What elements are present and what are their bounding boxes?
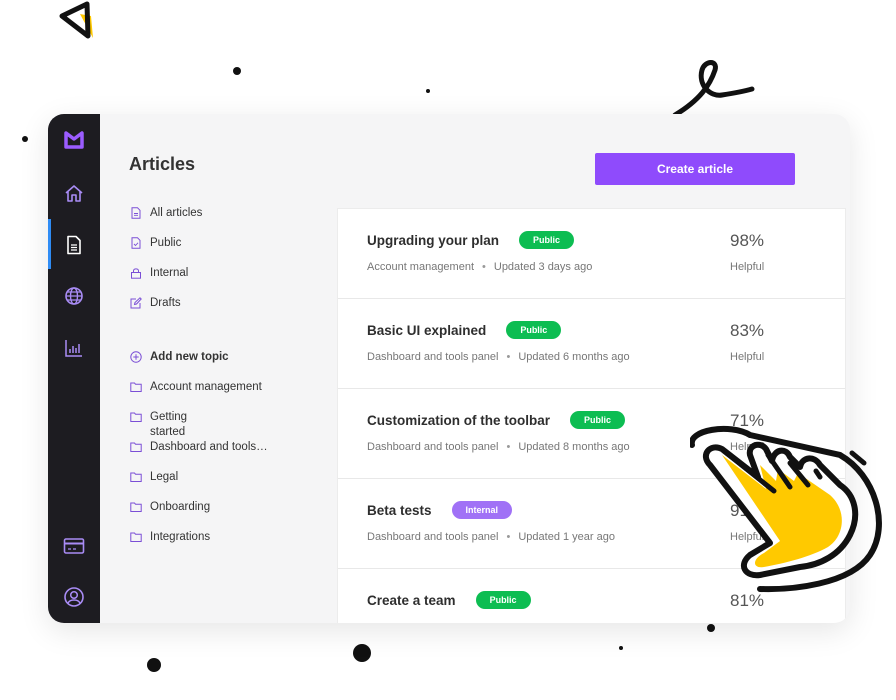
- article-updated: Updated 3 days ago: [493, 261, 593, 273]
- credit-card-icon[interactable]: [62, 534, 86, 558]
- triangle-doodle-icon: [59, 1, 93, 39]
- decor-dot: [147, 658, 161, 672]
- icon-rail: [48, 114, 100, 623]
- document-icon[interactable]: [62, 233, 86, 257]
- folder-icon: [130, 442, 142, 452]
- status-badge: Public: [570, 411, 626, 429]
- plus-circle-icon: [130, 351, 142, 363]
- decor-dot: [22, 136, 28, 142]
- decor-dot: [353, 644, 371, 662]
- create-article-button[interactable]: Create article: [595, 153, 795, 185]
- topic-item[interactable]: Onboarding: [130, 500, 280, 530]
- helpful-label: Helpful: [730, 351, 765, 363]
- hand-pointer-doodle-icon: [690, 426, 882, 593]
- article-title: Create a team: [367, 592, 456, 608]
- folder-icon: [130, 472, 142, 482]
- article-filters-nav: All articles Public Internal Drafts Add …: [130, 206, 280, 560]
- topic-item[interactable]: Getting started: [130, 410, 280, 440]
- folder-icon: [130, 532, 142, 542]
- article-topic: Dashboard and tools panel: [367, 441, 499, 453]
- chart-icon[interactable]: [62, 336, 86, 360]
- folder-icon: [130, 502, 142, 512]
- folder-icon: [130, 412, 142, 422]
- nav-item-all-articles[interactable]: All articles: [130, 206, 280, 236]
- topic-item[interactable]: Legal: [130, 470, 280, 500]
- article-topic: Account management: [367, 261, 475, 273]
- nav-item-drafts[interactable]: Drafts: [130, 296, 280, 326]
- decor-dot: [707, 624, 715, 632]
- helpful-percentage: 98%: [730, 231, 765, 250]
- nav-item-public[interactable]: Public: [130, 236, 280, 266]
- document-icon: [131, 207, 141, 219]
- status-badge: Internal: [451, 501, 513, 519]
- active-indicator: [48, 219, 51, 269]
- edit-icon: [130, 297, 142, 309]
- article-title: Upgrading your plan: [367, 232, 500, 248]
- article-updated: Updated 6 months ago: [518, 351, 630, 363]
- status-badge: Public: [506, 321, 562, 339]
- add-new-topic-button[interactable]: Add new topic: [130, 350, 280, 380]
- topic-item[interactable]: Integrations: [130, 530, 280, 560]
- decor-dot: [233, 67, 241, 75]
- nav-item-internal[interactable]: Internal: [130, 266, 280, 296]
- topic-item[interactable]: Account management: [130, 380, 280, 410]
- helpful-percentage: 83%: [730, 321, 765, 340]
- decor-dot: [619, 646, 623, 650]
- logo-icon[interactable]: [62, 128, 86, 152]
- topic-item[interactable]: Dashboard and tools…: [130, 440, 280, 470]
- article-title: Beta tests: [367, 502, 432, 518]
- helpful-label: Helpful: [730, 261, 765, 273]
- decor-dot: [426, 89, 430, 93]
- article-row[interactable]: Basic UI explained Public Dashboard and t…: [338, 299, 845, 389]
- status-badge: Public: [519, 231, 575, 249]
- lock-icon: [131, 268, 141, 279]
- document-check-icon: [131, 237, 141, 249]
- status-badge: Public: [475, 591, 531, 609]
- globe-icon[interactable]: [62, 284, 86, 308]
- article-topic: Dashboard and tools panel: [367, 531, 499, 543]
- user-icon[interactable]: [62, 585, 86, 609]
- article-topic: Dashboard and tools panel: [367, 351, 499, 363]
- article-title: Customization of the toolbar: [367, 412, 550, 428]
- page-title: Articles: [129, 154, 196, 174]
- article-updated: Updated 8 months ago: [518, 441, 630, 453]
- squiggle-doodle-icon: [672, 60, 755, 118]
- home-icon[interactable]: [62, 181, 86, 205]
- folder-icon: [130, 382, 142, 392]
- article-title: Basic UI explained: [367, 322, 487, 338]
- article-row[interactable]: Upgrading your plan Public Account manage…: [338, 209, 845, 299]
- article-updated: Updated 1 year ago: [518, 531, 615, 543]
